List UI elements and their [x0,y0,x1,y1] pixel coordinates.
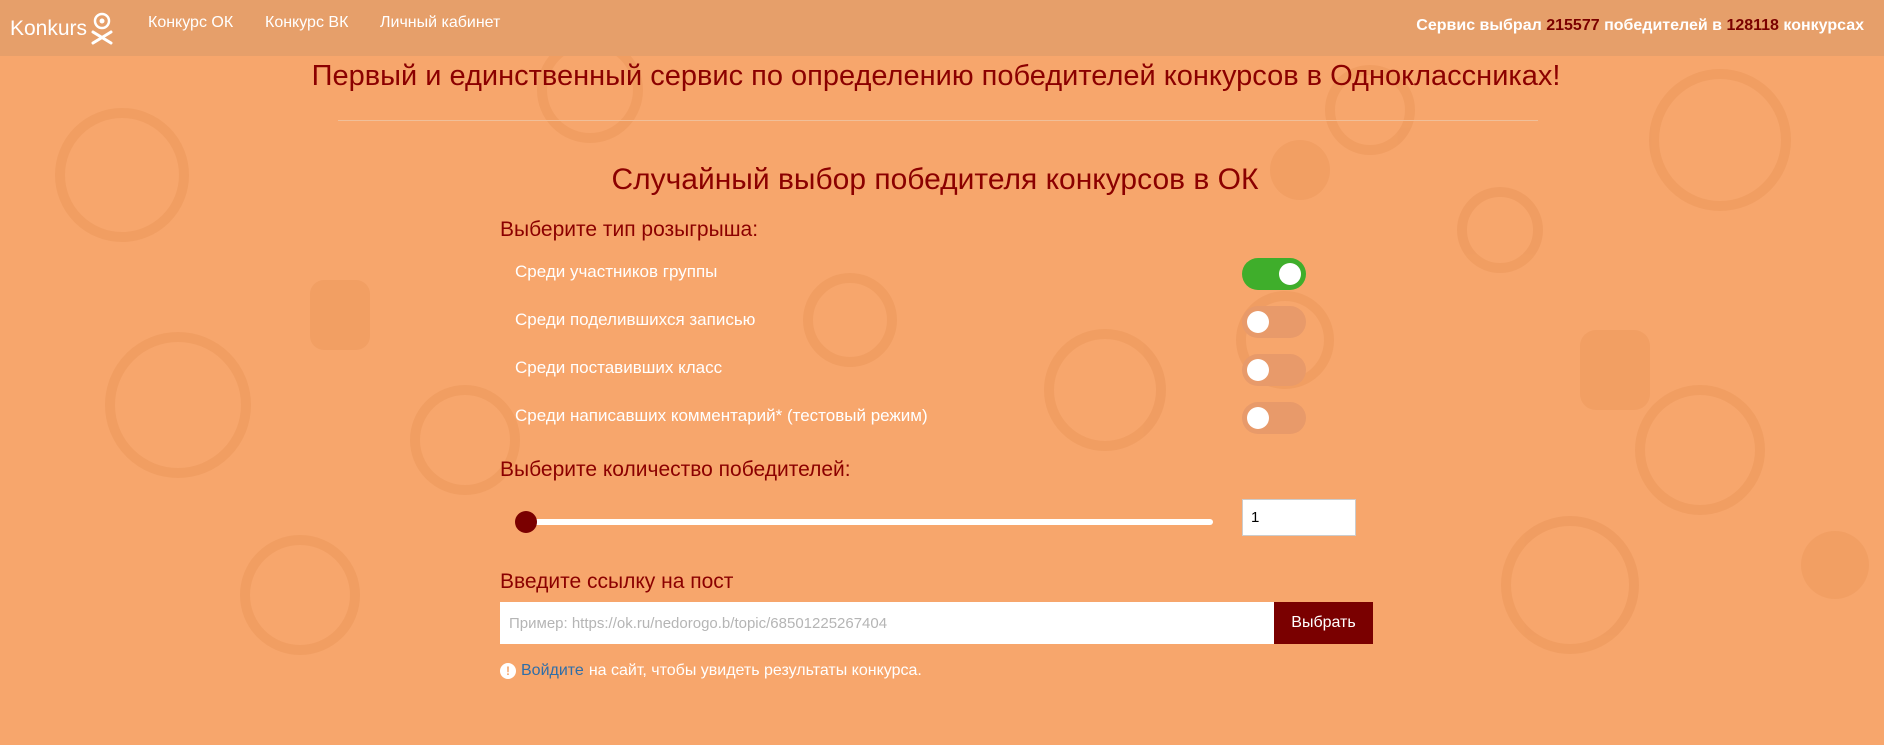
toggle-shares[interactable] [1242,306,1306,338]
nav-personal-account[interactable]: Личный кабинет [380,14,500,32]
option-label: Среди участников группы [515,262,718,281]
divider [338,120,1538,121]
option-label: Среди поделившихся записью [515,310,756,329]
main-content: Первый и единственный сервис по определе… [0,0,1884,745]
winners-count-input[interactable] [1242,499,1356,536]
gift-box-icon [91,12,113,45]
option-likes: Среди поставивших класс [515,354,1306,386]
toggle-knob [1279,263,1301,285]
logo-text: Konkurs [10,17,88,40]
draw-type-label: Выберите тип розыгрыша: [500,218,759,241]
toggle-group-members[interactable] [1242,258,1306,290]
toggle-knob [1247,407,1269,429]
login-link[interactable]: Войдите [521,662,584,680]
post-link-input[interactable] [500,602,1274,644]
slider-handle[interactable] [515,511,537,533]
stats-contests-count: 128118 [1726,17,1779,34]
logo[interactable]: Konkurs [10,12,115,46]
section-title: Случайный выбор победителя конкурсов в О… [611,163,1259,196]
nav-konkurs-vk[interactable]: Конкурс ВК [265,14,348,32]
option-label: Среди поставивших класс [515,358,723,377]
post-link-label: Введите ссылку на пост [500,570,734,593]
stats-winners-count: 215577 [1546,17,1600,34]
option-comments: Среди написавших комментарий* (тестовый … [515,402,1306,434]
toggle-knob [1247,359,1269,381]
option-shares: Среди поделившихся записью [515,306,1306,338]
toggle-knob [1247,311,1269,333]
winners-count-label: Выберите количество победителей: [500,458,851,481]
option-group-members: Среди участников группы [515,258,1306,290]
stats-middle: победителей в [1604,17,1722,34]
notice-text: на сайт, чтобы увидеть результаты конкур… [588,662,922,679]
top-navbar: Konkurs Конкурс ОК Конкурс ВК Личный каб… [0,0,1884,56]
option-label: Среди написавших комментарий* (тестовый … [515,406,928,425]
stats-suffix: конкурсах [1783,17,1864,34]
toggle-likes[interactable] [1242,354,1306,386]
winners-count-slider[interactable] [517,519,1213,525]
exclamation-circle-icon: ! [500,663,516,679]
login-notice: ! Войдите на сайт, чтобы увидеть результ… [500,662,922,680]
toggle-comments[interactable] [1242,402,1306,434]
page-headline: Первый и единственный сервис по определе… [311,60,1561,92]
service-stats: Сервис выбрал 215577 победителей в 12811… [1416,17,1864,35]
stats-prefix: Сервис выбрал [1416,17,1542,34]
choose-button[interactable]: Выбрать [1274,602,1373,644]
nav-konkurs-ok[interactable]: Конкурс ОК [148,14,233,32]
